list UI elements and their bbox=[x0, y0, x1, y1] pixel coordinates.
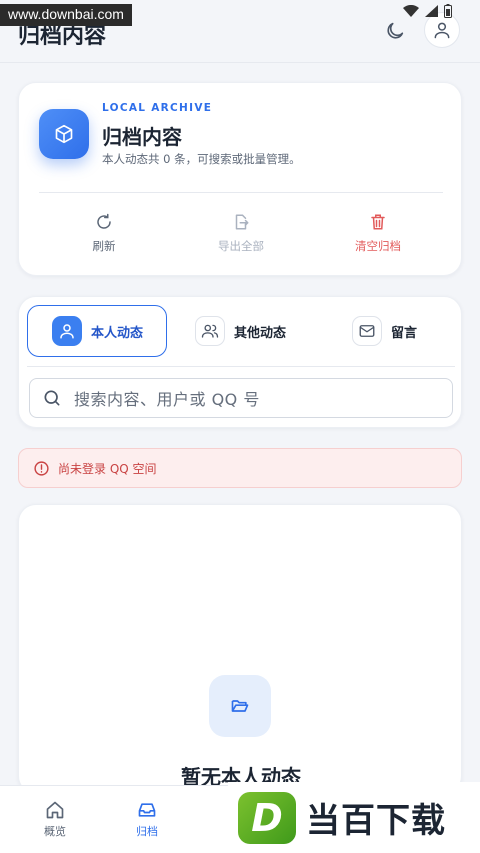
tab-other-posts[interactable]: 其他动态 bbox=[195, 305, 315, 357]
dark-mode-moon-icon[interactable] bbox=[384, 20, 406, 42]
nav-archive-label: 归档 bbox=[136, 825, 158, 838]
alert-text: 尚未登录 QQ 空间 bbox=[58, 461, 157, 476]
empty-state-badge bbox=[209, 675, 271, 737]
refresh-button[interactable]: 刷新 bbox=[54, 213, 154, 254]
inbox-icon bbox=[138, 803, 156, 817]
status-bar bbox=[403, 4, 452, 18]
folder-open-icon bbox=[231, 700, 249, 712]
archive-eyebrow: LOCAL ARCHIVE bbox=[102, 102, 213, 114]
archive-summary-card: LOCAL ARCHIVE 归档内容 本人动态共 0 条，可搜索或批量管理。 刷… bbox=[18, 82, 462, 276]
refresh-icon bbox=[97, 213, 111, 229]
tab-messages[interactable]: 留言 bbox=[352, 305, 452, 357]
tab-self-icon-box bbox=[52, 316, 82, 346]
archive-divider bbox=[39, 192, 443, 193]
brand-watermark: D 当百下载 bbox=[228, 782, 480, 853]
search-placeholder: 搜索内容、用户或 QQ 号 bbox=[74, 390, 260, 409]
tab-other-icon-box bbox=[195, 316, 225, 346]
battery-icon bbox=[444, 4, 452, 18]
archive-badge bbox=[39, 109, 89, 159]
login-alert: 尚未登录 QQ 空间 bbox=[18, 448, 462, 488]
empty-state-card: 暂无本人动态 bbox=[18, 504, 462, 794]
refresh-label: 刷新 bbox=[92, 239, 116, 253]
brand-logo: D bbox=[238, 791, 296, 844]
mail-icon bbox=[359, 325, 375, 337]
nav-archive[interactable]: 归档 bbox=[117, 800, 177, 839]
filter-card: 本人动态 其他动态 留言 搜索内容、用户或 QQ 号 bbox=[18, 296, 462, 428]
export-icon bbox=[235, 214, 249, 230]
watermark: www.downbai.com bbox=[0, 4, 132, 26]
signal-icon bbox=[425, 5, 438, 17]
nav-overview[interactable]: 概览 bbox=[25, 800, 85, 839]
tabs-divider bbox=[27, 366, 455, 367]
search-icon bbox=[44, 390, 60, 406]
cube-icon bbox=[55, 124, 73, 144]
export-label: 导出全部 bbox=[218, 239, 264, 253]
clear-archive-button[interactable]: 清空归档 bbox=[328, 213, 428, 254]
alert-circle-icon bbox=[34, 460, 49, 476]
tab-msg-label: 留言 bbox=[391, 325, 418, 341]
search-input[interactable]: 搜索内容、用户或 QQ 号 bbox=[29, 378, 453, 418]
tab-self-posts[interactable]: 本人动态 bbox=[27, 305, 167, 357]
archive-title: 归档内容 bbox=[102, 125, 182, 149]
archive-subtitle: 本人动态共 0 条，可搜索或批量管理。 bbox=[102, 152, 301, 166]
export-all-button[interactable]: 导出全部 bbox=[191, 213, 291, 254]
wifi-icon bbox=[403, 5, 419, 17]
users-icon bbox=[201, 324, 219, 338]
trash-icon bbox=[371, 214, 385, 230]
home-icon bbox=[46, 801, 64, 819]
header-divider bbox=[0, 62, 480, 63]
brand-text: 当百下载 bbox=[306, 801, 446, 841]
tab-other-label: 其他动态 bbox=[234, 325, 287, 341]
nav-overview-label: 概览 bbox=[44, 825, 66, 838]
user-icon bbox=[60, 324, 74, 339]
clear-label: 清空归档 bbox=[355, 239, 401, 253]
user-icon bbox=[434, 22, 450, 39]
tab-msg-icon-box bbox=[352, 316, 382, 346]
tab-self-label: 本人动态 bbox=[91, 325, 144, 341]
